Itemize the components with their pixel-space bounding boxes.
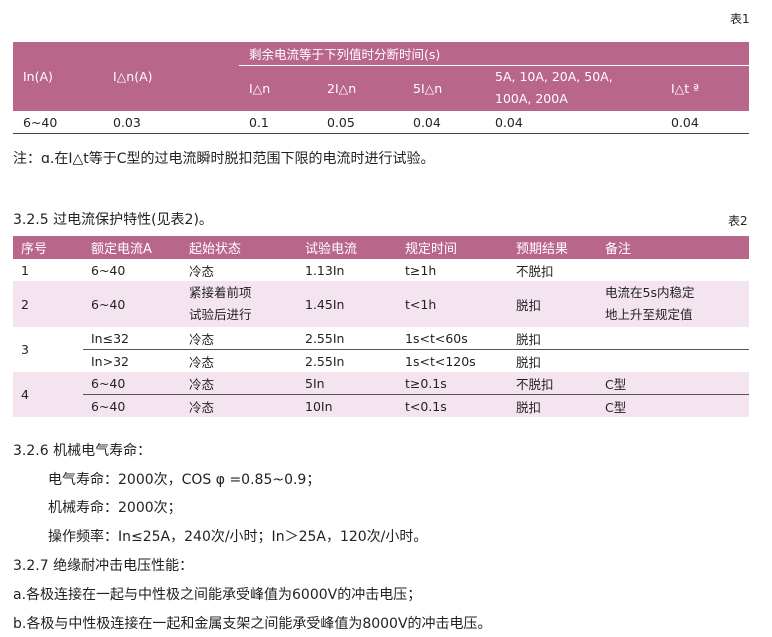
col-4-line1: 5A, 10A, 20A, 50A,: [495, 69, 613, 85]
table2-label: 表2: [728, 214, 748, 228]
cell: 0.03: [113, 114, 141, 130]
col-header: 备注: [597, 236, 749, 259]
cell: 脱扣: [516, 354, 542, 370]
cell: 0.1: [249, 114, 269, 130]
cell: In>32: [91, 353, 129, 369]
section-325-title: 3.2.5 过电流保护特性(见表2)。: [13, 212, 213, 228]
cell: 2.55In: [305, 353, 345, 369]
cell: 2.55In: [297, 327, 397, 350]
cell-line: 紧接着前项: [189, 285, 252, 300]
cell: 6~40: [23, 114, 58, 130]
cell: 0.04: [671, 114, 699, 130]
cell: 冷态: [181, 327, 297, 350]
cell: In≤32: [83, 327, 181, 350]
table-row: 1 6~40 冷态 1.13In t≥1h 不脱扣: [13, 259, 749, 281]
cell: [597, 350, 749, 373]
cell: 冷态: [189, 263, 215, 279]
cell: 1.45In: [297, 281, 397, 327]
col-header: 试验电流: [297, 236, 397, 259]
col-header: 规定时间: [397, 236, 508, 259]
cell: 冷态: [181, 372, 297, 395]
cell: 冷态: [181, 394, 297, 417]
col-header: 额定电流A: [83, 236, 181, 259]
cell: 0.04: [413, 114, 441, 130]
cell: C型: [597, 394, 749, 417]
cell: 1s<t<60s: [397, 327, 508, 350]
cell: 脱扣: [508, 327, 597, 350]
cell: 2: [13, 281, 83, 327]
cell: 6~40: [91, 262, 126, 278]
table1-label: 表1: [730, 12, 750, 26]
cell: 0.04: [495, 114, 523, 130]
cell: [597, 259, 749, 281]
cell-line: 地上升至规定值: [605, 307, 693, 322]
table-row: 2 6~40 紧接着前项 试验后进行 1.45In t<1h 脱扣 电流在5s内…: [13, 281, 749, 327]
table-row: 6~40 冷态 10In t<0.1s 脱扣 C型: [13, 394, 749, 417]
section-326-title: 3.2.6 机械电气寿命：: [13, 443, 152, 459]
impulse-item-b: b.各极与中性极连接在一起和金属支架之间能承受峰值为8000V的冲击电压。: [13, 616, 492, 632]
table-row: 6~40 0.03 0.1 0.05 0.04 0.04 0.04: [13, 111, 749, 134]
cell-line: 电流在5s内稳定: [605, 285, 695, 300]
col-3: 5I△n: [403, 65, 485, 111]
cell: 不脱扣: [516, 263, 554, 279]
col-group: 剩余电流等于下列值时分断时间(s): [239, 42, 749, 66]
cell: 紧接着前项 试验后进行: [181, 281, 297, 327]
cell: 脱扣: [508, 281, 597, 327]
cell-line: 试验后进行: [189, 307, 252, 322]
table-row: 3 In≤32 冷态 2.55In 1s<t<60s 脱扣: [13, 327, 749, 357]
cell: 冷态: [189, 354, 215, 370]
col-header: 起始状态: [181, 236, 297, 259]
cell: t≥0.1s: [397, 372, 508, 395]
col-4-line2: 100A, 200A: [495, 91, 568, 107]
col-header: 预期结果: [508, 236, 597, 259]
cell: 6~40: [83, 281, 181, 327]
col-in: In(A): [13, 42, 103, 111]
cell: 不脱扣: [508, 372, 597, 395]
cell: 1.13In: [305, 262, 345, 278]
cell: t<1h: [397, 281, 508, 327]
cell: [597, 327, 749, 350]
col-2: 2I△n: [317, 65, 403, 111]
cell: 6~40: [83, 372, 181, 395]
operation-frequency: 操作频率：In≤25A，240次/小时；In＞25A，120次/小时。: [48, 529, 428, 545]
cell: 10In: [297, 394, 397, 417]
cell: C型: [597, 372, 749, 395]
breaking-time-table: In(A) I△n(A) 剩余电流等于下列值时分断时间(s) I△n 2I△n …: [13, 42, 749, 134]
table-row: In>32 冷态 2.55In 1s<t<120s 脱扣: [13, 350, 749, 373]
mechanical-life: 机械寿命：2000次；: [48, 500, 182, 516]
cell: 0.05: [327, 114, 355, 130]
cell: 5In: [297, 372, 397, 395]
table-row: 4 6~40 冷态 5In t≥0.1s 不脱扣 C型: [13, 372, 749, 417]
section-327-title: 3.2.7 绝缘耐冲击电压性能：: [13, 558, 194, 574]
col-header: 序号: [13, 236, 83, 259]
cell: 1: [21, 262, 29, 278]
overcurrent-table: 序号 额定电流A 起始状态 试验电流 规定时间 预期结果 备注 1 6~40 冷…: [13, 236, 749, 417]
cell: 6~40: [83, 394, 181, 417]
cell: 1s<t<120s: [405, 353, 476, 369]
col-5: I△t ª: [661, 65, 749, 111]
electrical-life: 电气寿命：2000次，COS φ =0.85~0.9；: [48, 472, 321, 488]
cell: 电流在5s内稳定 地上升至规定值: [597, 281, 749, 327]
cell: 4: [13, 372, 83, 417]
cell: 脱扣: [508, 394, 597, 417]
col-4: 5A, 10A, 20A, 50A, 100A, 200A: [485, 65, 661, 111]
cell: t<0.1s: [397, 394, 508, 417]
col-idn: I△n(A): [103, 42, 239, 111]
table-header-row: 序号 额定电流A 起始状态 试验电流 规定时间 预期结果 备注: [13, 236, 749, 259]
impulse-item-a: a.各极连接在一起与中性极之间能承受峰值为6000V的冲击电压；: [13, 587, 422, 603]
cell: t≥1h: [405, 262, 437, 278]
table1-note: 注：ɑ.在I△t等于C型的过电流瞬时脱扣范围下限的电流时进行试验。: [13, 151, 435, 167]
col-1: I△n: [239, 65, 317, 111]
cell: 3: [21, 342, 29, 357]
